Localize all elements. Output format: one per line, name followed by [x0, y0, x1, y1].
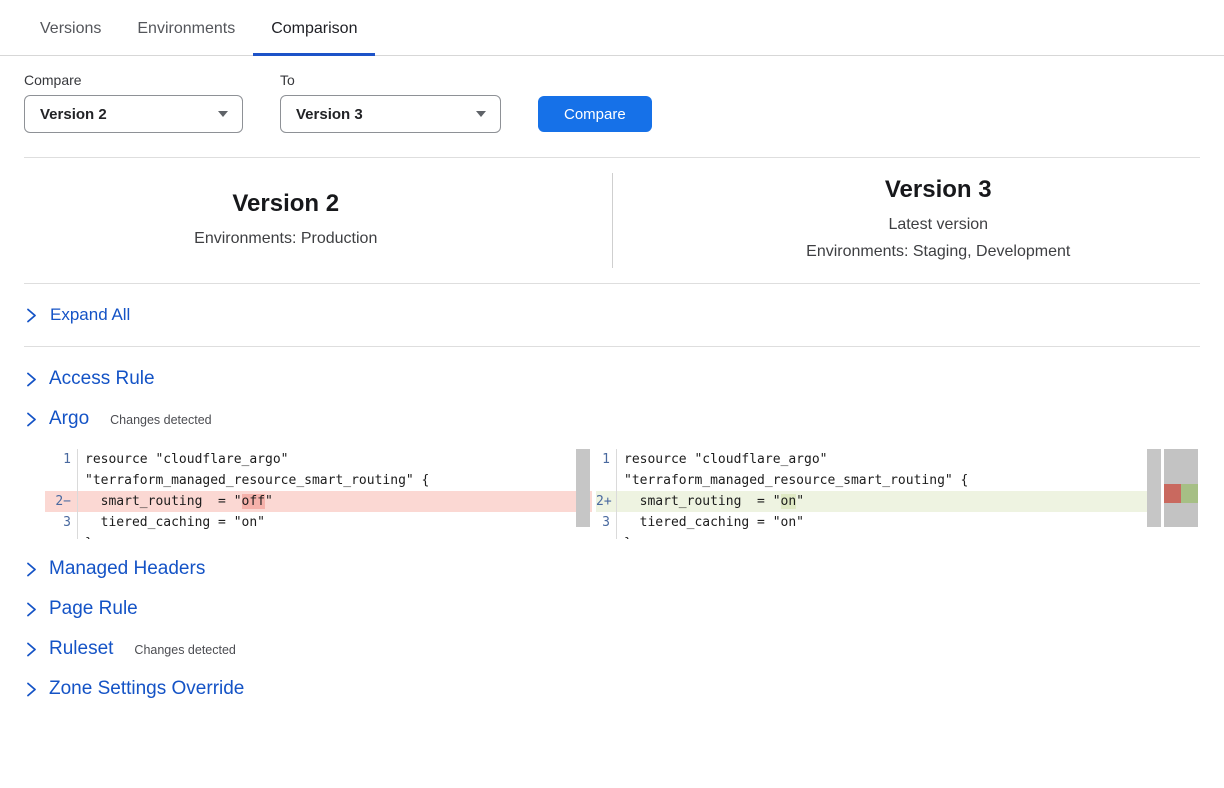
chevron-right-icon	[26, 412, 37, 427]
code-line: }	[596, 533, 1161, 539]
compare-label: Compare	[24, 72, 243, 88]
section-argo[interactable]: Argo Changes detected	[24, 399, 1200, 439]
chevron-right-icon	[26, 308, 37, 323]
version-right-header: Version 3 Latest version Environments: S…	[613, 176, 1201, 265]
diff-right-pane[interactable]: 1resource "cloudflare_argo" "terraform_m…	[596, 449, 1161, 539]
to-label: To	[280, 72, 501, 88]
line-number	[45, 470, 78, 491]
compare-form: Compare Version 2 To Version 3 Compare	[0, 56, 1224, 133]
code-line: "terraform_managed_resource_smart_routin…	[596, 470, 1161, 491]
compare-from-value: Version 2	[40, 106, 107, 123]
removed-change-marker	[1164, 484, 1181, 503]
line-number: 2−	[45, 491, 78, 512]
line-number: 3	[596, 512, 617, 533]
section-label: Access Rule	[49, 368, 155, 390]
compare-from-field: Compare Version 2	[24, 72, 243, 133]
expand-all-button[interactable]: Expand All	[24, 284, 1200, 346]
changes-detected-badge: Changes detected	[134, 643, 235, 657]
code-line: 3 tiered_caching = "on"	[45, 512, 592, 533]
dropdown-caret-icon	[476, 111, 486, 117]
line-number: 1	[596, 449, 617, 470]
diff-overview-ruler[interactable]	[1164, 449, 1198, 527]
line-number	[45, 533, 78, 539]
line-number	[596, 470, 617, 491]
version-header: Version 2 Environments: Production Versi…	[0, 158, 1224, 283]
chevron-right-icon	[26, 372, 37, 387]
tab-comparison[interactable]: Comparison	[253, 4, 375, 56]
code-line: 1resource "cloudflare_argo"	[596, 449, 1161, 470]
chevron-right-icon	[26, 562, 37, 577]
section-page-rule[interactable]: Page Rule	[24, 589, 1200, 629]
section-ruleset[interactable]: Ruleset Changes detected	[24, 629, 1200, 669]
section-zone-settings-override[interactable]: Zone Settings Override	[24, 669, 1200, 709]
chevron-right-icon	[26, 682, 37, 697]
section-label: Argo	[49, 408, 89, 430]
chevron-right-icon	[26, 602, 37, 617]
tab-environments[interactable]: Environments	[119, 4, 253, 56]
compare-to-select[interactable]: Version 3	[280, 95, 501, 133]
line-number: 1	[45, 449, 78, 470]
code-line: }	[45, 533, 592, 539]
diff-left-pane[interactable]: 1resource "cloudflare_argo" "terraform_m…	[45, 449, 592, 539]
code-line-added: 2+ smart_routing = "on"	[596, 491, 1161, 512]
line-number: 2+	[596, 491, 617, 512]
section-label: Managed Headers	[49, 558, 205, 580]
code-line: "terraform_managed_resource_smart_routin…	[45, 470, 592, 491]
version-right-latest: Latest version	[677, 211, 1201, 238]
added-change-marker	[1181, 484, 1198, 503]
resource-sections: Access Rule Argo Changes detected 1resou…	[0, 347, 1224, 709]
line-number: 3	[45, 512, 78, 533]
code-line: 1resource "cloudflare_argo"	[45, 449, 592, 470]
version-left-environments: Environments: Production	[24, 225, 548, 252]
version-left-header: Version 2 Environments: Production	[24, 190, 612, 252]
code-line-removed: 2− smart_routing = "off"	[45, 491, 592, 512]
tab-versions[interactable]: Versions	[22, 4, 119, 56]
version-left-title: Version 2	[24, 190, 548, 218]
argo-diff-viewer: 1resource "cloudflare_argo" "terraform_m…	[45, 449, 1200, 539]
line-number	[596, 533, 617, 539]
comparison-page: Versions Environments Comparison Compare…	[0, 0, 1224, 788]
compare-to-field: To Version 3	[280, 72, 501, 133]
left-pane-scrollbar[interactable]	[576, 449, 590, 527]
right-pane-scrollbar[interactable]	[1147, 449, 1161, 527]
version-right-environments: Environments: Staging, Development	[677, 238, 1201, 265]
version-right-title: Version 3	[677, 176, 1201, 204]
compare-to-value: Version 3	[296, 106, 363, 123]
code-line: 3 tiered_caching = "on"	[596, 512, 1161, 533]
section-label: Ruleset	[49, 638, 113, 660]
chevron-right-icon	[26, 642, 37, 657]
section-managed-headers[interactable]: Managed Headers	[24, 549, 1200, 589]
changes-detected-badge: Changes detected	[110, 413, 211, 427]
section-access-rule[interactable]: Access Rule	[24, 359, 1200, 399]
section-label: Zone Settings Override	[49, 678, 244, 700]
dropdown-caret-icon	[218, 111, 228, 117]
compare-from-select[interactable]: Version 2	[24, 95, 243, 133]
section-label: Page Rule	[49, 598, 138, 620]
expand-all-label: Expand All	[50, 305, 130, 325]
tab-bar: Versions Environments Comparison	[0, 0, 1224, 56]
compare-button[interactable]: Compare	[538, 96, 652, 132]
